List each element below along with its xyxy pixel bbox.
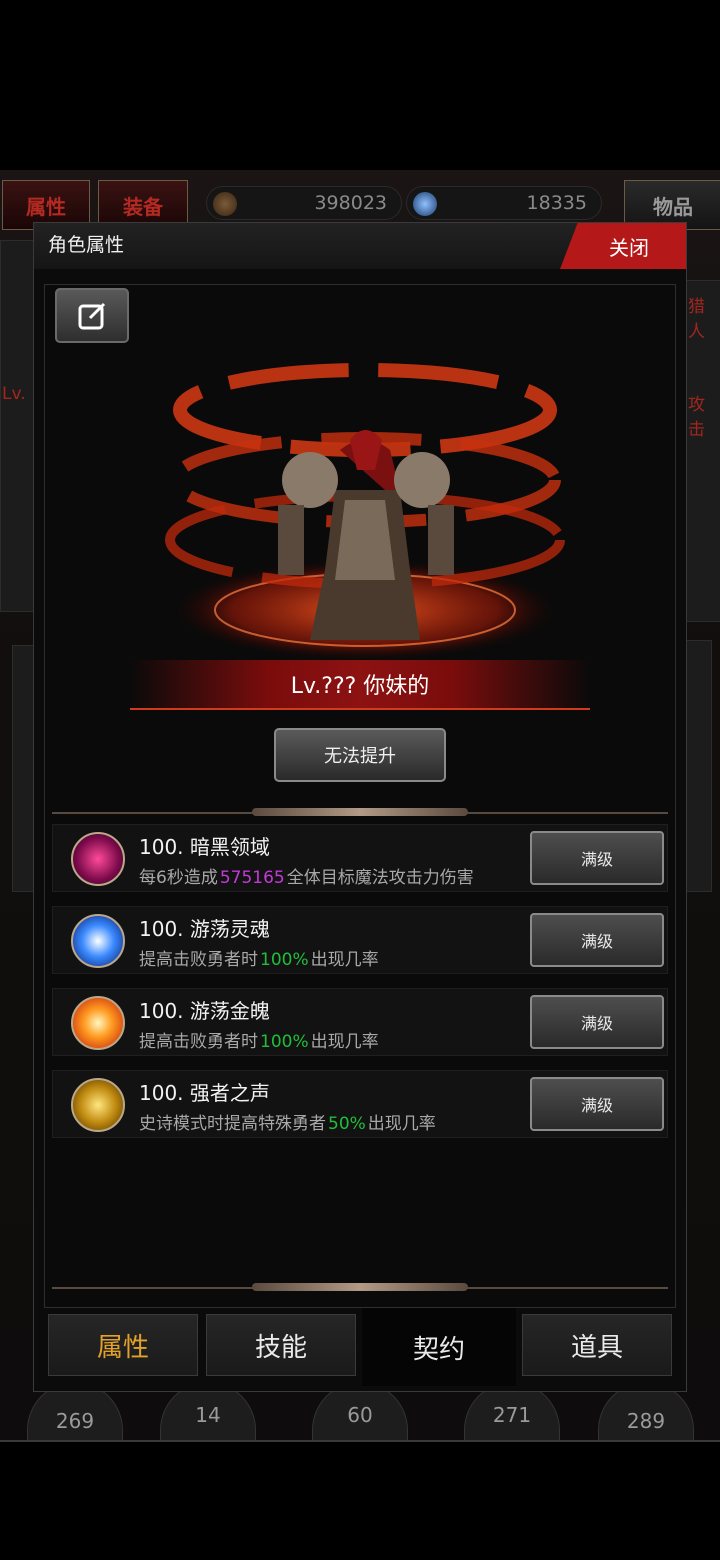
bottom-count: 269 [55, 1409, 95, 1433]
skill-description: 提高击败勇者时 100% 出现几率 [139, 945, 379, 970]
bottom-count: 271 [492, 1403, 532, 1427]
tab-label: 属性 [96, 1332, 149, 1363]
edit-icon [78, 302, 106, 329]
skill-description: 史诗模式时提高特殊勇者 50% 出现几率 [139, 1109, 436, 1134]
tab-attributes[interactable]: 属性 [48, 1314, 198, 1376]
desc-text: 全体目标魔法攻击力伤害 [286, 868, 474, 888]
desc-value: 100% [260, 1032, 309, 1052]
tab-contract[interactable]: 契约 [362, 1308, 516, 1386]
skill-name: 100. 强者之声 [139, 1081, 270, 1105]
skill-row: 100. 暗黑领域 每6秒造成 575165 全体目标魔法攻击力伤害 满级 [52, 824, 668, 892]
wandering-gold-skill-icon [71, 996, 125, 1050]
upgrade-button[interactable]: 无法提升 [274, 728, 446, 782]
button-label: 满级 [580, 1096, 613, 1115]
hud-bottom-line [0, 1440, 720, 1442]
dialog-title: 角色属性 [48, 234, 125, 256]
desc-value: 50% [328, 1114, 366, 1134]
edit-button[interactable] [55, 288, 129, 343]
skull-gem-icon [413, 192, 437, 216]
max-level-button[interactable]: 满级 [530, 831, 664, 885]
upgrade-label: 无法提升 [324, 746, 396, 767]
bottom-count: 60 [347, 1403, 373, 1427]
max-level-button[interactable]: 满级 [530, 1077, 664, 1131]
max-level-button[interactable]: 满级 [530, 913, 664, 967]
divider-top [52, 808, 668, 816]
skill-name: 100. 游荡灵魂 [139, 917, 270, 941]
skill-row: 100. 游荡灵魂 提高击败勇者时 100% 出现几率 满级 [52, 906, 668, 974]
tab-label: 契约 [412, 1334, 465, 1365]
dark-domain-skill-icon [71, 832, 125, 886]
button-label: 满级 [580, 850, 613, 869]
tab-items[interactable]: 道具 [522, 1314, 672, 1376]
desc-text: 出现几率 [310, 950, 379, 970]
skill-name: 100. 游荡金魄 [139, 999, 270, 1023]
skill-row: 100. 游荡金魄 提高击败勇者时 100% 出现几率 满级 [52, 988, 668, 1056]
left-side-panel [0, 240, 36, 612]
desc-text: 每6秒造成 [139, 868, 218, 888]
skill-description: 提高击败勇者时 100% 出现几率 [139, 1027, 379, 1052]
desc-value: 575165 [219, 868, 285, 888]
right-button-column [686, 640, 712, 892]
desc-text: 提高击败勇者时 [139, 1032, 258, 1052]
button-label: 满级 [580, 932, 613, 951]
bottom-count: 14 [195, 1403, 221, 1427]
desc-text: 提高击败勇者时 [139, 950, 258, 970]
wandering-soul-skill-icon [71, 914, 125, 968]
skill-row: 100. 强者之声 史诗模式时提高特殊勇者 50% 出现几率 满级 [52, 1070, 668, 1138]
dialog-tab-bar: 属性 技能 契约 道具 [44, 1308, 676, 1390]
skill-description: 每6秒造成 575165 全体目标魔法攻击力伤害 [139, 863, 474, 888]
right-edge-text: 猎人 [688, 297, 705, 342]
gold-coin-icon [213, 192, 237, 216]
desc-text: 出现几率 [310, 1032, 379, 1052]
max-level-button[interactable]: 满级 [530, 995, 664, 1049]
character-name-banner: Lv.??? 你妹的 [130, 660, 590, 710]
voice-of-strength-skill-icon [71, 1078, 125, 1132]
currency-bar: 398023 18335 [206, 186, 606, 220]
tab-label: 技能 [254, 1332, 307, 1363]
desc-value: 100% [260, 950, 309, 970]
skill-name: 100. 暗黑领域 [139, 835, 270, 859]
right-edge-text-2: 攻击 [688, 395, 705, 440]
character-name: Lv.??? 你妹的 [290, 674, 430, 699]
desc-text: 史诗模式时提高特殊勇者 [139, 1114, 326, 1134]
character-portrait [165, 363, 565, 660]
close-label: 关闭 [609, 235, 649, 260]
left-edge-text: Lv. [2, 384, 26, 404]
gem-amount: 18335 [526, 192, 587, 214]
close-button[interactable]: 关闭 [560, 223, 686, 269]
divider-bottom [52, 1283, 668, 1291]
gold-counter: 398023 [206, 186, 402, 220]
button-label: 满级 [580, 1014, 613, 1033]
tab-skills[interactable]: 技能 [206, 1314, 356, 1376]
gem-counter: 18335 [406, 186, 602, 220]
bottom-count: 289 [626, 1409, 666, 1433]
tab-label: 道具 [570, 1332, 623, 1363]
desc-text: 出现几率 [367, 1114, 436, 1134]
gold-amount: 398023 [314, 192, 387, 214]
